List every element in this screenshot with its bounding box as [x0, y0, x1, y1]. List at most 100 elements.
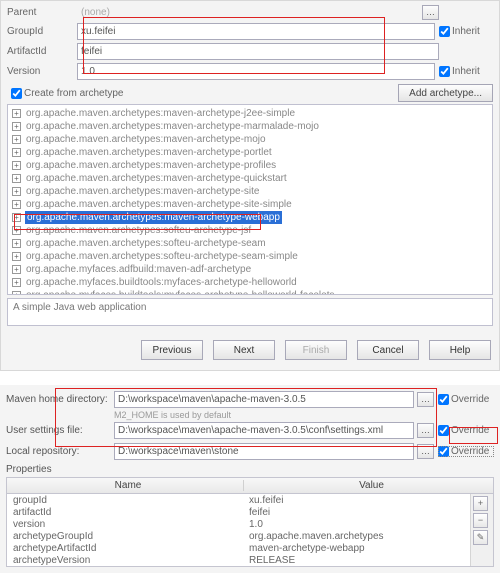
cancel-button[interactable]: Cancel	[357, 340, 419, 360]
parent-label: Parent	[7, 7, 77, 18]
remove-property-button[interactable]: −	[473, 513, 488, 528]
archetype-item-label: org.apache.maven.archetypes:maven-archet…	[25, 134, 267, 145]
archetype-item[interactable]: + org.apache.maven.archetypes:softeu-arch…	[8, 237, 492, 250]
archetype-item[interactable]: + org.apache.maven.archetypes:maven-arche…	[8, 120, 492, 133]
expand-icon[interactable]: +	[12, 226, 21, 235]
wizard-panel: Parent (none) … GroupId Inherit Artifact…	[0, 0, 500, 371]
table-row[interactable]: groupIdxu.feifei	[7, 494, 470, 506]
archetype-item-label: org.apache.myfaces.buildtools:myfaces-ar…	[25, 277, 298, 288]
archetype-item-label: org.apache.maven.archetypes:maven-archet…	[25, 160, 277, 171]
expand-icon[interactable]: +	[12, 213, 21, 222]
property-value: 1.0	[243, 519, 470, 530]
user-settings-input[interactable]	[114, 422, 414, 439]
previous-button[interactable]: Previous	[141, 340, 203, 360]
properties-header: Name Value	[7, 478, 493, 494]
archetype-item[interactable]: + org.apache.maven.archetypes:maven-arche…	[8, 146, 492, 159]
archetype-item[interactable]: + org.apache.maven.archetypes:maven-arche…	[8, 159, 492, 172]
property-name: archetypeArtifactId	[7, 543, 243, 554]
parent-browse-button[interactable]: …	[422, 5, 439, 20]
expand-icon[interactable]: +	[12, 239, 21, 248]
wizard-button-bar: Previous Next Finish Cancel Help	[7, 336, 493, 364]
home-override-checkbox[interactable]: Override	[438, 394, 494, 405]
artifact-id-input[interactable]	[77, 43, 439, 60]
expand-icon[interactable]: +	[12, 278, 21, 287]
group-inherit-checkbox[interactable]: Inherit	[439, 26, 493, 37]
expand-icon[interactable]: +	[12, 161, 21, 170]
expand-icon[interactable]: +	[12, 135, 21, 144]
maven-home-hint: M2_HOME is used by default	[114, 410, 494, 420]
property-value: maven-archetype-webapp	[243, 543, 470, 554]
archetype-item[interactable]: + org.apache.myfaces.buildtools:myfaces-a…	[8, 276, 492, 289]
expand-icon[interactable]: +	[12, 291, 21, 295]
table-row[interactable]: archetypeArtifactIdmaven-archetype-webap…	[7, 542, 470, 554]
archetype-item-label: org.apache.maven.archetypes:maven-archet…	[25, 173, 288, 184]
expand-icon[interactable]: +	[12, 148, 21, 157]
property-name: groupId	[7, 495, 243, 506]
maven-home-browse-button[interactable]: …	[417, 392, 434, 407]
archetype-item-label: org.apache.maven.archetypes:softeu-arche…	[25, 238, 267, 249]
archetype-item[interactable]: +org.apache.maven.archetypes:maven-arche…	[8, 198, 492, 211]
properties-side-controls: + − ✎	[470, 494, 493, 566]
archetype-item[interactable]: + org.apache.myfaces.buildtools:myfaces-a…	[8, 289, 492, 295]
group-id-input[interactable]	[77, 23, 435, 40]
archetype-item-label: org.apache.maven.archetypes:maven-archet…	[25, 186, 260, 197]
archetype-description: A simple Java web application	[7, 298, 493, 326]
properties-header-value: Value	[244, 480, 493, 491]
add-archetype-button[interactable]: Add archetype...	[398, 84, 493, 102]
archetype-item-label: org.apache.maven.archetypes:maven-archet…	[25, 211, 282, 224]
group-id-label: GroupId	[7, 26, 77, 37]
properties-table: Name Value groupIdxu.feifeiartifactIdfei…	[6, 477, 494, 567]
archetype-item[interactable]: + org.apache.maven.archetypes:maven-arche…	[8, 172, 492, 185]
archetype-item[interactable]: + org.apache.myfaces.adfbuild:maven-adf-a…	[8, 263, 492, 276]
archetype-item[interactable]: + org.apache.maven.archetypes:maven-arche…	[8, 185, 492, 198]
property-name: archetypeGroupId	[7, 531, 243, 542]
version-inherit-checkbox[interactable]: Inherit	[439, 66, 493, 77]
archetype-item[interactable]: + org.apache.maven.archetypes:softeu-arch…	[8, 224, 492, 237]
archetype-tree[interactable]: + org.apache.maven.archetypes:maven-arche…	[7, 104, 493, 295]
expand-icon[interactable]: +	[12, 200, 21, 209]
next-button[interactable]: Next	[213, 340, 275, 360]
repo-override-checkbox[interactable]: Override	[438, 446, 494, 457]
property-value: RELEASE	[243, 555, 470, 566]
expand-icon[interactable]: +	[12, 109, 21, 118]
table-row[interactable]: version1.0	[7, 518, 470, 530]
parent-value: (none)	[77, 7, 419, 18]
property-name: version	[7, 519, 243, 530]
archetype-item[interactable]: +org.apache.maven.archetypes:maven-arche…	[8, 107, 492, 120]
archetype-item-label: org.apache.maven.archetypes:maven-archet…	[25, 147, 273, 158]
expand-icon[interactable]: +	[12, 265, 21, 274]
archetype-item-label: org.apache.maven.archetypes:maven-archet…	[25, 121, 320, 132]
local-repo-label: Local repository:	[6, 446, 114, 457]
version-input[interactable]	[77, 63, 435, 80]
table-row[interactable]: archetypeVersionRELEASE	[7, 554, 470, 566]
finish-button[interactable]: Finish	[285, 340, 347, 360]
properties-header-name: Name	[7, 480, 244, 491]
expand-icon[interactable]: +	[12, 174, 21, 183]
archetype-item[interactable]: + org.apache.maven.archetypes:maven-arche…	[8, 133, 492, 146]
add-property-button[interactable]: +	[473, 496, 488, 511]
maven-home-label: Maven home directory:	[6, 394, 114, 405]
expand-icon[interactable]: +	[12, 252, 21, 261]
artifact-id-label: ArtifactId	[7, 46, 77, 57]
archetype-item-label: org.apache.maven.archetypes:softeu-arche…	[25, 251, 299, 262]
archetype-item-label: org.apache.myfaces.buildtools:myfaces-ar…	[25, 290, 335, 295]
user-settings-label: User settings file:	[6, 425, 114, 436]
archetype-item[interactable]: + org.apache.maven.archetypes:softeu-arch…	[8, 250, 492, 263]
help-button[interactable]: Help	[429, 340, 491, 360]
table-row[interactable]: archetypeGroupIdorg.apache.maven.archety…	[7, 530, 470, 542]
create-from-archetype-checkbox[interactable]: Create from archetype	[11, 88, 124, 99]
properties-label: Properties	[6, 464, 494, 475]
expand-icon[interactable]: +	[12, 187, 21, 196]
local-repo-browse-button[interactable]: …	[417, 444, 434, 459]
archetype-item-label: org.apache.myfaces.adfbuild:maven-adf-ar…	[25, 264, 252, 275]
archetype-item[interactable]: + org.apache.maven.archetypes:maven-arche…	[8, 211, 492, 224]
archetype-item-label: org.apache.maven.archetypes:softeu-arche…	[25, 225, 252, 236]
user-settings-browse-button[interactable]: …	[417, 423, 434, 438]
version-label: Version	[7, 66, 77, 77]
maven-home-input[interactable]	[114, 391, 414, 408]
edit-property-button[interactable]: ✎	[473, 530, 488, 545]
local-repo-input[interactable]	[114, 443, 414, 460]
table-row[interactable]: artifactIdfeifei	[7, 506, 470, 518]
user-override-checkbox[interactable]: Override	[438, 425, 494, 436]
expand-icon[interactable]: +	[12, 122, 21, 131]
